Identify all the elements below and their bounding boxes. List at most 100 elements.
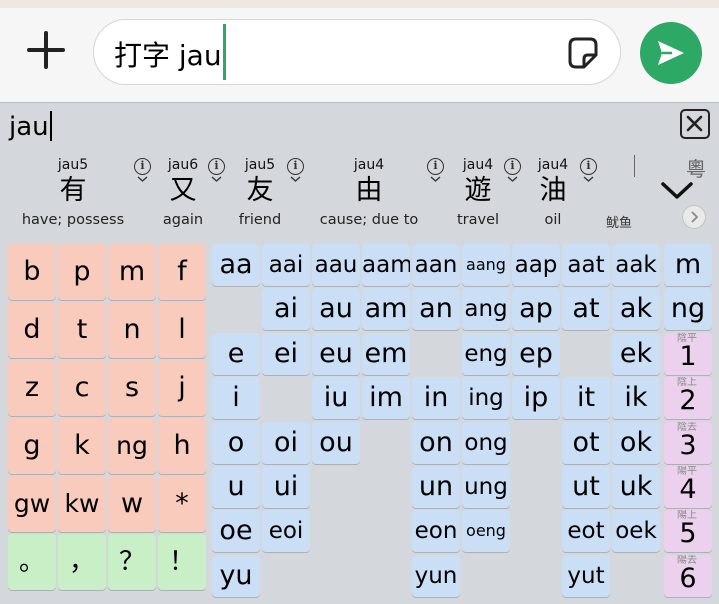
- final-key[interactable]: ei: [262, 333, 310, 375]
- final-key[interactable]: aat: [562, 244, 610, 286]
- final-key[interactable]: at: [562, 288, 610, 330]
- final-key[interactable]: aai: [262, 244, 310, 286]
- final-key[interactable]: aap: [512, 244, 560, 286]
- initial-key[interactable]: c: [58, 360, 106, 416]
- final-key[interactable]: ot: [562, 422, 610, 464]
- final-key[interactable]: aa: [212, 244, 260, 286]
- final-key[interactable]: em: [362, 333, 410, 375]
- tone-key[interactable]: 陰平 1: [664, 333, 712, 375]
- sticker-icon[interactable]: [564, 35, 600, 71]
- plus-icon[interactable]: [22, 26, 70, 74]
- punctuation-key[interactable]: ！: [158, 534, 206, 590]
- initial-key[interactable]: *: [158, 476, 206, 532]
- final-key[interactable]: ong: [462, 422, 510, 464]
- final-key[interactable]: eng: [462, 333, 510, 375]
- final-key[interactable]: oeng: [462, 510, 510, 552]
- final-key[interactable]: uk: [612, 466, 660, 508]
- final-key[interactable]: ung: [462, 466, 510, 508]
- initial-key[interactable]: g: [8, 418, 56, 474]
- punctuation-key[interactable]: 。: [8, 534, 56, 590]
- more-candidates-button[interactable]: [682, 205, 706, 229]
- initial-key[interactable]: t: [58, 302, 106, 358]
- info-icon[interactable]: i: [208, 158, 225, 175]
- final-key[interactable]: aak: [612, 244, 660, 286]
- send-button[interactable]: [640, 22, 702, 84]
- initial-key[interactable]: gw: [8, 476, 56, 532]
- final-key[interactable]: ak: [612, 288, 660, 330]
- final-key[interactable]: au: [312, 288, 360, 330]
- initial-key[interactable]: n: [108, 302, 156, 358]
- final-key[interactable]: am: [362, 288, 410, 330]
- final-key[interactable]: u: [212, 466, 260, 508]
- final-key[interactable]: o: [212, 422, 260, 464]
- final-key[interactable]: yut: [562, 555, 610, 597]
- final-key[interactable]: ik: [612, 377, 660, 419]
- chevron-down-icon[interactable]: [430, 176, 441, 182]
- candidate-item[interactable]: jau5 友 friend: [235, 153, 285, 239]
- initial-key[interactable]: d: [8, 302, 56, 358]
- tone-key[interactable]: 陽上 5: [664, 510, 712, 552]
- final-key[interactable]: ai: [262, 288, 310, 330]
- message-input[interactable]: 打字 jau: [93, 19, 621, 85]
- final-key[interactable]: aau: [312, 244, 360, 286]
- candidate-item[interactable]: jau5 有 have; possess: [22, 153, 124, 239]
- final-key[interactable]: yu: [212, 555, 260, 597]
- final-key[interactable]: ap: [512, 288, 560, 330]
- tone-key[interactable]: 陰上 2: [664, 377, 712, 419]
- candidate-item[interactable]: jau6 又 again: [158, 153, 208, 239]
- candidate-item[interactable]: jau4 由 cause; due to: [320, 153, 419, 239]
- initial-key[interactable]: h: [158, 418, 206, 474]
- info-icon[interactable]: i: [287, 158, 304, 175]
- final-key[interactable]: an: [412, 288, 460, 330]
- final-key[interactable]: aang: [462, 244, 510, 286]
- final-key[interactable]: iu: [312, 377, 360, 419]
- initial-key[interactable]: w: [108, 476, 156, 532]
- final-key[interactable]: oi: [262, 422, 310, 464]
- final-key[interactable]: ok: [612, 422, 660, 464]
- info-icon[interactable]: i: [134, 158, 151, 175]
- tone-key[interactable]: 陽平 4: [664, 466, 712, 508]
- chevron-down-icon[interactable]: [583, 176, 594, 182]
- final-key[interactable]: m: [664, 244, 712, 286]
- final-key[interactable]: ip: [512, 377, 560, 419]
- initial-key[interactable]: p: [58, 244, 106, 300]
- final-key[interactable]: eoi: [262, 510, 310, 552]
- initial-key[interactable]: k: [58, 418, 106, 474]
- initial-key[interactable]: j: [158, 360, 206, 416]
- final-key[interactable]: ut: [562, 466, 610, 508]
- final-key[interactable]: un: [412, 466, 460, 508]
- clear-composition-button[interactable]: [680, 109, 710, 139]
- final-key[interactable]: oe: [212, 510, 260, 552]
- initial-key[interactable]: kw: [58, 476, 106, 532]
- final-key[interactable]: eon: [412, 510, 460, 552]
- tone-key[interactable]: 陰去 3: [664, 422, 712, 464]
- initial-key[interactable]: m: [108, 244, 156, 300]
- final-key[interactable]: oek: [612, 510, 660, 552]
- initial-key[interactable]: b: [8, 244, 56, 300]
- chevron-down-icon[interactable]: [211, 176, 222, 182]
- chevron-down-icon[interactable]: [290, 176, 301, 182]
- final-key[interactable]: im: [362, 377, 410, 419]
- final-key[interactable]: ek: [612, 333, 660, 375]
- final-key[interactable]: ng: [664, 288, 712, 330]
- candidate-item[interactable]: jau4 遊 travel: [453, 153, 503, 239]
- chevron-down-icon[interactable]: [137, 176, 148, 182]
- punctuation-key[interactable]: ，: [58, 534, 106, 590]
- chevron-down-icon[interactable]: [507, 176, 518, 182]
- expand-candidates-chevron-icon[interactable]: [660, 181, 694, 201]
- final-key[interactable]: yun: [412, 555, 460, 597]
- final-key[interactable]: eot: [562, 510, 610, 552]
- initial-key[interactable]: f: [158, 244, 206, 300]
- info-icon[interactable]: i: [504, 158, 521, 175]
- final-key[interactable]: e: [212, 333, 260, 375]
- final-key[interactable]: aam: [362, 244, 410, 286]
- final-key[interactable]: ep: [512, 333, 560, 375]
- final-key[interactable]: eu: [312, 333, 360, 375]
- final-key[interactable]: aan: [412, 244, 460, 286]
- final-key[interactable]: ang: [462, 288, 510, 330]
- info-icon[interactable]: i: [580, 158, 597, 175]
- final-key[interactable]: i: [212, 377, 260, 419]
- initial-key[interactable]: s: [108, 360, 156, 416]
- initial-key[interactable]: ng: [108, 418, 156, 474]
- final-key[interactable]: in: [412, 377, 460, 419]
